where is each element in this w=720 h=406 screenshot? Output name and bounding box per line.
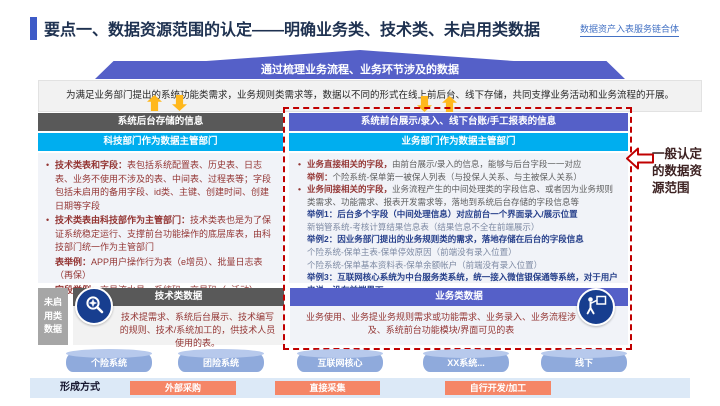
item-lead: 业务间接相关的字段， <box>307 184 393 195</box>
system-label: XX系统... <box>447 358 485 368</box>
biz-data-badge <box>577 288 615 326</box>
list-item: 新销管系统-考核计算结果信息表（结果信息不全在前端展示） <box>298 221 619 234</box>
item-text: 个险系统-保单第一被保人列表（与投保人关系、与主被保人关系） <box>332 171 582 182</box>
list-item: 个险系统-保单基本资料表-保单余额帐户（前端没有录入位置） <box>298 259 619 272</box>
list-item: 举例：个险系统-保单第一被保人列表（与投保人关系、与主被保人关系） <box>298 171 619 184</box>
annotation-label: 一般认定的数据资源范围 <box>652 147 703 195</box>
item-text: 因业务部门提出的业务规则类的需求，落地存储在后台的字段信息 <box>337 234 584 245</box>
list-item: 个险系统-保单主表-保单停效原因（前端没有录入位置） <box>298 246 619 259</box>
system-cylinder: 互联网核心 <box>297 349 383 372</box>
left-block-arrow-icon <box>626 147 654 175</box>
gear-search-icon <box>84 294 104 319</box>
right-panel-body: 业务直接相关的字段，由前台展示/录入的信息，能够与后台字段一一对应 举例：个险系… <box>289 153 628 295</box>
right-panel-subheader: 业务部门作为数据主管部门 <box>289 133 628 151</box>
page-title: 要点一、数据资源范围的认定——明确业务类、技术类、未启用类数据 <box>44 22 541 39</box>
item-lead: 举例1： <box>307 209 338 220</box>
item-lead: 表举例： <box>55 256 92 267</box>
left-panel-subheader: 科技部门作为数据主管部门 <box>38 133 283 151</box>
intro-text: 为满足业务部门提出的系统功能类需求，业务规则类需求等，数据以不同的形式在线上前后… <box>38 80 702 112</box>
list-item: 技术类表由科技部作为主管部门：技术类表也是为了保证系统稳定运行、支撑前台功能操作… <box>46 214 275 255</box>
list-item: 举例1：后台多个字段（中间处理信息）对应前台一个界面录入/展示位置 <box>298 208 619 221</box>
system-cylinder: 个险系统 <box>66 349 152 372</box>
item-text: 新销管系统-考核计算结果信息表（结果信息不全在前端展示） <box>307 221 540 232</box>
method-pill: 外部采购 <box>130 381 236 395</box>
system-label: 互联网核心 <box>317 358 363 368</box>
left-panel-body: 技术类表和字段：表包括系统配置表、历史表、日志表、业务不使用不涉及的表、中间表、… <box>38 153 283 295</box>
method-pill: 自行开发/加工 <box>445 381 551 395</box>
item-text: 由前台展示/录入的信息，能够与后台字段一一对应 <box>392 159 582 169</box>
item-text: 后台多个字段（中间处理信息）对应前台一个界面录入/展示位置 <box>337 209 578 220</box>
presenter-icon <box>585 294 607 320</box>
top-banner-text: 通过梳理业务流程、业务环节涉及的数据 <box>261 64 459 76</box>
item-text: 个险系统-保单主表-保单停效原因（前端没有录入位置） <box>307 247 517 258</box>
formation-label: 形成方式 <box>60 382 100 393</box>
item-lead: 举例： <box>307 171 333 182</box>
left-panel-header: 系统后台存储的信息 <box>38 113 283 131</box>
list-item: 技术类表和字段：表包括系统配置表、历史表、日志表、业务不使用不涉及的表、中间表、… <box>46 159 275 213</box>
list-item: 业务直接相关的字段，由前台展示/录入的信息，能够与后台字段一一对应 <box>298 158 619 171</box>
top-banner: 通过梳理业务流程、业务环节涉及的数据 <box>95 50 625 79</box>
system-label: 团险系统 <box>202 358 239 368</box>
formation-bar: 形成方式 外部采购 直接采集 自行开发/加工 <box>30 378 690 398</box>
unused-data-side-label: 未启用类数据 <box>38 288 68 345</box>
method-pill: 直接采集 <box>275 381 380 395</box>
list-item: 表举例：APP用户操作行为表（e增员）、批量日志表（再保） <box>46 256 275 283</box>
system-cylinder: XX系统... <box>423 349 509 372</box>
system-label: 个险系统 <box>90 358 127 368</box>
item-lead: 业务直接相关的字段， <box>307 159 393 169</box>
system-cylinder: 线下 <box>541 349 627 372</box>
item-lead: 举例2： <box>307 234 338 245</box>
item-text: 个险系统-保单基本资料表-保单余额帐户（前端没有录入位置） <box>307 259 543 270</box>
item-lead: 技术类表和字段： <box>55 160 128 170</box>
system-cylinder: 团险系统 <box>178 349 264 372</box>
list-item: 业务间接相关的字段，业务流程产生的中间处理类的字段信息、或者因为业务规则类需求、… <box>298 183 619 208</box>
slide-canvas: 要点一、数据资源范围的认定——明确业务类、技术类、未启用类数据 数据资产入表服务… <box>0 0 720 406</box>
tech-data-badge <box>75 287 113 325</box>
title-accent-bar <box>30 17 37 40</box>
system-label: 线下 <box>574 358 593 368</box>
item-lead: 举例3： <box>307 272 338 283</box>
list-item: 举例2：因业务部门提出的业务规则类的需求，落地存储在后台的字段信息 <box>298 233 619 246</box>
brand-label: 数据资产入表服务链合体 <box>580 22 680 37</box>
item-lead: 技术类表由科技部作为主管部门： <box>55 215 191 225</box>
right-panel-header: 系统前台展示/录入、线下台账/手工报表的信息 <box>289 113 628 131</box>
